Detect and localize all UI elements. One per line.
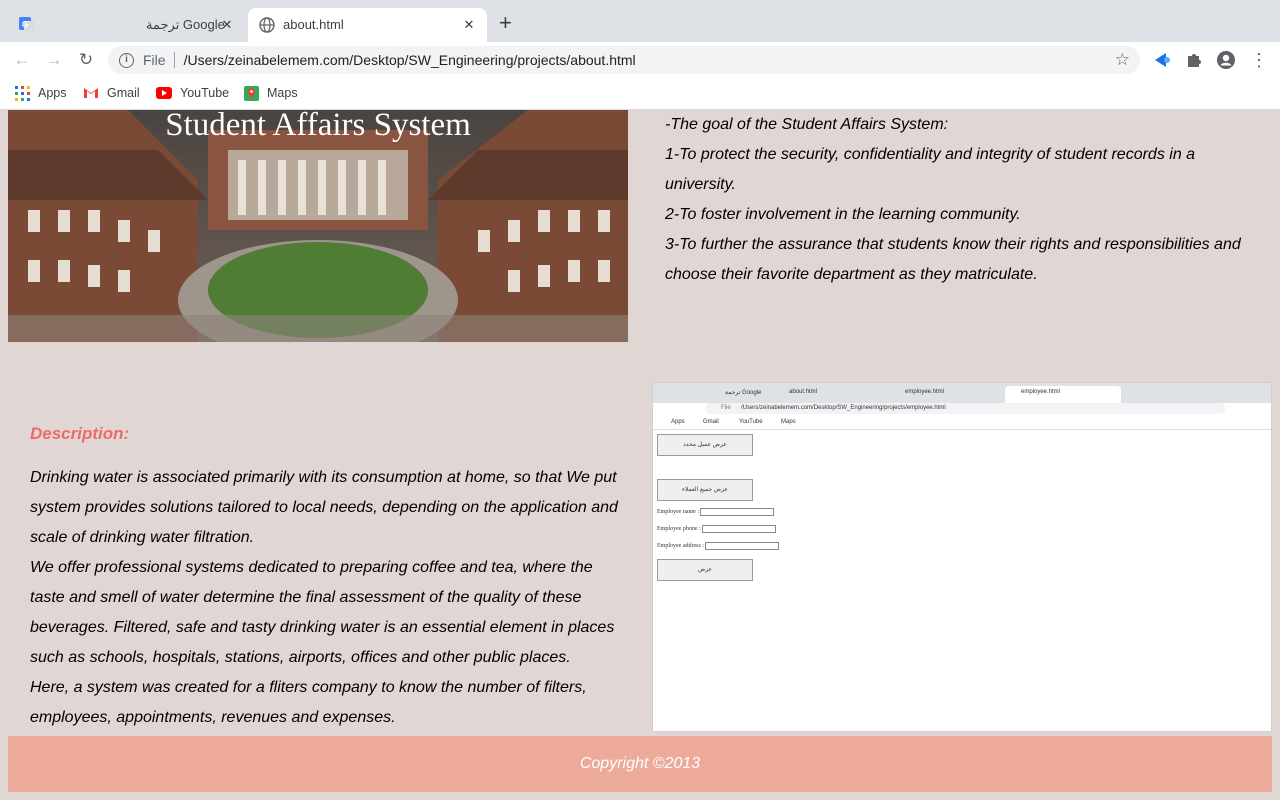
footer: Copyright ©2013 [8, 736, 1272, 792]
google-translate-icon: G [18, 16, 36, 34]
profile-icon[interactable] [1216, 50, 1236, 70]
screenshot-bookmark: Maps [781, 419, 796, 425]
copyright-text: Copyright ©2013 [579, 755, 701, 772]
bookmark-label: YouTube [180, 86, 230, 100]
menu-icon[interactable]: ⋮ [1250, 50, 1268, 70]
description-paragraph: Drinking water is associated primarily w… [30, 469, 618, 546]
globe-icon [259, 17, 275, 33]
address-bar[interactable]: i File /Users/zeinabelemem.com/Desktop/S… [108, 46, 1140, 74]
screenshot-field-input [700, 508, 774, 516]
screenshot-tab: employee.html [1021, 389, 1061, 395]
extension-icon[interactable] [1153, 51, 1171, 69]
address-divider [173, 52, 175, 68]
screenshot-tab: employee.html [905, 389, 945, 395]
goals-heading: -The goal of the Student Affairs System: [665, 116, 949, 133]
bookmark-maps[interactable]: Maps [244, 84, 298, 102]
screenshot-field-label: Employee address : [657, 543, 704, 549]
tab-title: ترجمة Google [146, 17, 225, 32]
address-url[interactable]: /Users/zeinabelemem.com/Desktop/SW_Engin… [184, 52, 636, 68]
goal-item: 2-To foster involvement in the learning … [665, 206, 1021, 223]
close-icon[interactable]: ✕ [219, 17, 235, 33]
description-paragraph: We offer professional systems dedicated … [30, 559, 615, 666]
goal-item: 1-To protect the security, confidentiali… [665, 146, 1196, 193]
screenshot-field-label: Employee name : [657, 509, 699, 515]
gmail-icon [83, 87, 99, 99]
youtube-icon [156, 87, 172, 99]
tab-about[interactable]: about.html ✕ [248, 8, 487, 42]
screenshot-address-url: /Users/zeinabelemem.com/Desktop/SW_Engin… [741, 405, 946, 411]
browser-toolbar: ← → ↻ i File /Users/zeinabelemem.com/Des… [0, 42, 1280, 78]
screenshot-bookmark: Gmail [703, 419, 719, 425]
description-text: Drinking water is associated primarily w… [30, 463, 630, 733]
bookmark-label: Gmail [107, 86, 140, 100]
screenshot-tab-strip: ترجمة Google about.html employee.html em… [653, 383, 1271, 403]
screenshot-bookmark: Apps [671, 419, 685, 425]
back-icon[interactable]: ← [12, 50, 32, 70]
tab-title: about.html [283, 17, 344, 32]
bookmarks-bar: Apps Gmail YouTube Maps [0, 78, 1280, 110]
hero-title: Student Affairs System [165, 110, 471, 143]
hero-image: Student Affairs System [8, 110, 628, 342]
tab-google-translate[interactable]: ترجمة Google ✕ [60, 8, 245, 42]
goal-item: 3-To further the assurance that students… [665, 236, 1241, 283]
screenshot-field-row: Employee name : [657, 508, 774, 516]
forward-icon[interactable]: → [44, 50, 64, 70]
bookmark-gmail[interactable]: Gmail [83, 84, 140, 102]
apps-grid-icon [15, 85, 30, 101]
screenshot-toolbar: File /Users/zeinabelemem.com/Desktop/SW_… [653, 403, 1271, 415]
maps-icon [244, 85, 259, 101]
screenshot-active-tab: employee.html [1005, 386, 1121, 403]
screenshot-field-label: Employee phone : [657, 526, 701, 532]
info-icon[interactable]: i [119, 52, 134, 68]
screenshot-bookmarks: Apps Gmail YouTube Maps [653, 416, 1271, 430]
address-scheme: File [143, 52, 166, 68]
browser-tab-strip: G ترجمة Google ✕ about.html ✕ + [0, 0, 1280, 42]
screenshot-field-row: Employee address : [657, 542, 779, 550]
bookmark-label: Apps [38, 86, 67, 100]
svg-text:G: G [22, 20, 28, 29]
star-icon[interactable]: ☆ [1115, 50, 1130, 70]
puzzle-icon[interactable] [1185, 51, 1203, 69]
screenshot-tab: ترجمة Google [725, 390, 762, 396]
page-content: Student Affairs System -The goal of the … [0, 110, 1280, 800]
screenshot-submit-button: عرض [657, 559, 753, 581]
description-paragraph: Here, a system was created for a fliters… [30, 679, 587, 726]
bookmark-apps[interactable]: Apps [15, 84, 67, 102]
reload-icon[interactable]: ↻ [76, 50, 96, 70]
screenshot-button: عرض جميع العملاء [657, 479, 753, 501]
employee-page-screenshot: ترجمة Google about.html employee.html em… [652, 382, 1272, 732]
new-tab-button[interactable]: + [499, 11, 512, 35]
bookmark-youtube[interactable]: YouTube [156, 84, 229, 102]
close-icon[interactable]: ✕ [461, 17, 477, 33]
screenshot-field-input [705, 542, 779, 550]
screenshot-field-input [701, 525, 776, 533]
screenshot-field-row: Employee phone : [657, 525, 776, 533]
description-title: Description: [30, 424, 130, 443]
bookmark-label: Maps [267, 86, 298, 100]
goals-section: -The goal of the Student Affairs System:… [665, 110, 1265, 290]
screenshot-bookmark: YouTube [739, 419, 763, 425]
screenshot-address-bar: File /Users/zeinabelemem.com/Desktop/SW_… [705, 403, 1225, 414]
screenshot-tab: about.html [789, 389, 818, 395]
screenshot-address-scheme: File [721, 405, 731, 411]
screenshot-button: عرض عميل محدد [657, 434, 753, 456]
